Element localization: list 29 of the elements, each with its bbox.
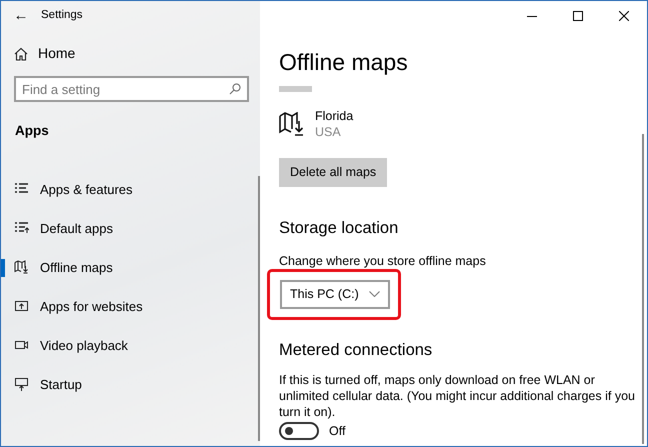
home-link[interactable]: Home xyxy=(38,43,76,64)
chevron-icon xyxy=(368,291,380,298)
loading-placeholder xyxy=(279,86,312,92)
description-text: If this is turned off, maps only download on free WLAN or unlimited cellular data. (You might incur additional charges if you turn it on). xyxy=(279,372,636,420)
window-title: Settings xyxy=(41,8,83,24)
storage-dropdown[interactable]: This PC (C:) xyxy=(280,280,390,308)
sidebar-item[interactable]: Startup xyxy=(1,365,260,404)
dropdown-label: Change where you store offline maps xyxy=(279,252,487,269)
delete-all-maps-button[interactable]: Delete all maps xyxy=(279,158,388,187)
monitor-icon xyxy=(14,377,29,392)
map-name: Florida xyxy=(315,108,354,124)
toggle-state-label: Off xyxy=(329,422,346,440)
search-field[interactable]: Find a setting xyxy=(14,76,249,102)
sidebar-item[interactable]: Apps & features xyxy=(1,170,260,210)
section-heading: Storage location xyxy=(279,218,400,238)
page-title: Offline maps xyxy=(279,48,409,77)
sidebar-item[interactable]: Apps for websites xyxy=(1,287,260,326)
map-icon xyxy=(14,260,29,276)
map-region: USA xyxy=(315,124,342,140)
home-icon xyxy=(14,46,28,60)
sidebar-item[interactable]: Default apps xyxy=(1,209,260,248)
back-button[interactable]: ← xyxy=(1,4,41,28)
section-heading: Metered connections xyxy=(279,340,434,360)
section-heading: Apps xyxy=(15,122,50,140)
search-icon xyxy=(229,83,241,95)
sidebar-item[interactable]: Video playback xyxy=(1,326,260,366)
map-download-icon xyxy=(279,112,305,136)
sidebar-item[interactable]: Offline maps xyxy=(1,248,260,288)
toggle-switch[interactable] xyxy=(279,422,319,440)
